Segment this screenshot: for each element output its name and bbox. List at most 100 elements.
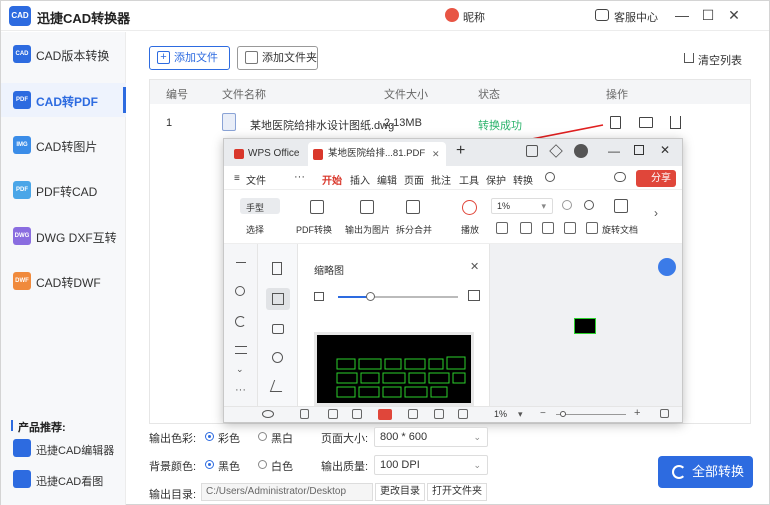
fit-page-icon[interactable]	[496, 222, 508, 234]
user-avatar-icon[interactable]	[445, 8, 459, 22]
nickname[interactable]: 昵称	[463, 9, 485, 25]
layout-icon[interactable]	[526, 145, 538, 157]
page-view-icon[interactable]	[300, 409, 309, 419]
double-page-icon[interactable]	[352, 409, 362, 419]
fit-screen-icon[interactable]	[660, 409, 669, 418]
maximize-button[interactable]: ☐	[699, 6, 717, 24]
sidebar-item-dwg-dxf[interactable]: DWG DWG DXF互转	[1, 219, 126, 253]
bg-option-white[interactable]: 白色	[271, 458, 293, 474]
sidebar-item-cad-version[interactable]: CAD CAD版本转换	[1, 37, 126, 71]
rotate-document-button[interactable]: 旋转文档	[602, 223, 638, 236]
add-folder-button[interactable]: 添加文件夹	[237, 46, 318, 70]
zoom-slider-handle[interactable]	[560, 411, 566, 417]
wps-minimize-button[interactable]: —	[608, 144, 620, 158]
profile-avatar[interactable]	[574, 144, 588, 158]
wps-close-button[interactable]: ✕	[660, 143, 670, 157]
menu-insert[interactable]: 插入	[350, 172, 370, 187]
menu-home[interactable]: 开始	[322, 172, 342, 187]
view-icon[interactable]	[262, 410, 274, 418]
menu-tools[interactable]: 工具	[459, 172, 479, 187]
settings-sliders-icon[interactable]	[235, 346, 247, 354]
more-tools-icon[interactable]: ···	[235, 384, 246, 396]
wps-maximize-button[interactable]	[634, 145, 644, 155]
cloud-icon[interactable]	[614, 172, 626, 182]
document-view[interactable]	[490, 244, 682, 406]
minimize-button[interactable]: —	[673, 6, 691, 24]
tab-pdf-document[interactable]: 某地医院给排...81.PDF ✕	[308, 142, 446, 166]
split-merge-button[interactable]: 拆分合并	[396, 223, 432, 236]
tab-close-icon[interactable]: ✕	[432, 142, 440, 166]
pdf-convert-button[interactable]: PDF转换	[296, 223, 332, 236]
file-icon[interactable]	[610, 116, 621, 129]
find-icon[interactable]	[235, 286, 245, 296]
recommend-cad-editor[interactable]: 迅捷CAD编辑器	[1, 434, 126, 462]
crop-icon[interactable]	[542, 222, 554, 234]
zoom-slider[interactable]	[556, 414, 626, 415]
ribbon-next-icon[interactable]: ›	[654, 206, 658, 220]
page-thumbnail[interactable]	[314, 332, 474, 406]
floating-tool-icon[interactable]	[658, 258, 676, 276]
output-quality-select[interactable]: 100 DPI ⌄	[374, 455, 488, 475]
menu-edit[interactable]: 编辑	[377, 172, 397, 187]
folder-open-icon[interactable]	[639, 117, 653, 128]
color-option-bw[interactable]: 黑白	[271, 430, 293, 446]
open-folder-button[interactable]: 打开文件夹	[427, 483, 487, 501]
close-button[interactable]: ✕	[725, 6, 743, 24]
change-dir-button[interactable]: 更改目录	[375, 483, 425, 501]
attachment-icon[interactable]	[272, 352, 283, 363]
rotate-right-icon[interactable]	[586, 222, 598, 234]
sidebar-item-cad-to-image[interactable]: IMG CAD转图片	[1, 128, 126, 162]
chat-icon[interactable]	[595, 9, 609, 21]
slider-handle[interactable]	[366, 292, 375, 301]
pen-icon[interactable]	[269, 380, 287, 392]
trash-icon[interactable]	[684, 53, 694, 63]
status-zoom-out-icon[interactable]: −	[540, 408, 546, 419]
status-zoom-in-icon[interactable]: +	[634, 407, 640, 419]
comment-icon[interactable]	[272, 324, 284, 334]
share-button[interactable]: 分享	[636, 170, 676, 187]
hand-tool-button[interactable]: 手型	[246, 201, 264, 214]
select-tool-button[interactable]: 选择	[246, 223, 264, 236]
cube-icon[interactable]	[549, 144, 563, 158]
fullscreen-icon[interactable]	[434, 409, 444, 419]
panel-close-icon[interactable]: ✕	[470, 260, 479, 273]
clear-list-button[interactable]: 清空列表	[698, 52, 742, 68]
color-radio-color[interactable]	[205, 432, 214, 441]
output-dir-field[interactable]: C:/Users/Administrator/Desktop	[201, 483, 373, 501]
page-size-select[interactable]: 800 * 600 ⌄	[374, 427, 488, 447]
fit-width-icon[interactable]	[520, 222, 532, 234]
new-tab-icon[interactable]: +	[456, 142, 465, 160]
status-zoom-dropdown-icon[interactable]: ▾	[518, 409, 523, 420]
bookmark-icon[interactable]	[272, 262, 282, 275]
single-page-icon[interactable]	[328, 409, 338, 419]
thumbnail-icon[interactable]	[272, 293, 284, 305]
color-option-color[interactable]: 彩色	[218, 430, 240, 446]
tab-wps-home[interactable]: WPS Office	[230, 144, 302, 164]
export-image-button[interactable]: 输出为图片	[345, 223, 390, 236]
menu-convert[interactable]: 转换	[513, 172, 533, 187]
service-center-link[interactable]: 客服中心	[614, 9, 658, 25]
zoom-select[interactable]: 1% ▾	[491, 198, 553, 214]
sidebar-item-cad-to-dwf[interactable]: DWF CAD转DWF	[1, 264, 126, 298]
sidebar-item-pdf-to-cad[interactable]: PDF PDF转CAD	[1, 173, 126, 207]
menu-page[interactable]: 页面	[404, 172, 424, 187]
reading-mode-icon[interactable]	[458, 409, 468, 419]
zoom-in-icon[interactable]	[584, 200, 594, 210]
slideshow-icon[interactable]	[378, 409, 392, 420]
collapse-icon[interactable]	[236, 262, 246, 263]
delete-icon[interactable]	[670, 116, 681, 129]
sidebar-item-cad-to-pdf[interactable]: PDF CAD转PDF	[1, 83, 126, 117]
color-radio-bw[interactable]	[258, 432, 267, 441]
chevron-down-icon[interactable]: ⌄	[236, 364, 244, 375]
add-file-button[interactable]: + 添加文件	[149, 46, 230, 70]
play-button[interactable]: 播放	[461, 223, 479, 236]
zoom-out-icon[interactable]	[562, 200, 572, 210]
convert-all-button[interactable]: 全部转换	[658, 456, 753, 488]
rotate-left-icon[interactable]	[564, 222, 576, 234]
menu-protect[interactable]: 保护	[486, 172, 506, 187]
menu-file[interactable]: 文件	[246, 172, 266, 187]
bg-radio-white[interactable]	[258, 460, 267, 469]
recommend-cad-viewer[interactable]: 迅捷CAD看图	[1, 465, 126, 493]
menu-annotate[interactable]: 批注	[431, 172, 451, 187]
menu-hamburger-icon[interactable]: ≡	[234, 173, 240, 184]
